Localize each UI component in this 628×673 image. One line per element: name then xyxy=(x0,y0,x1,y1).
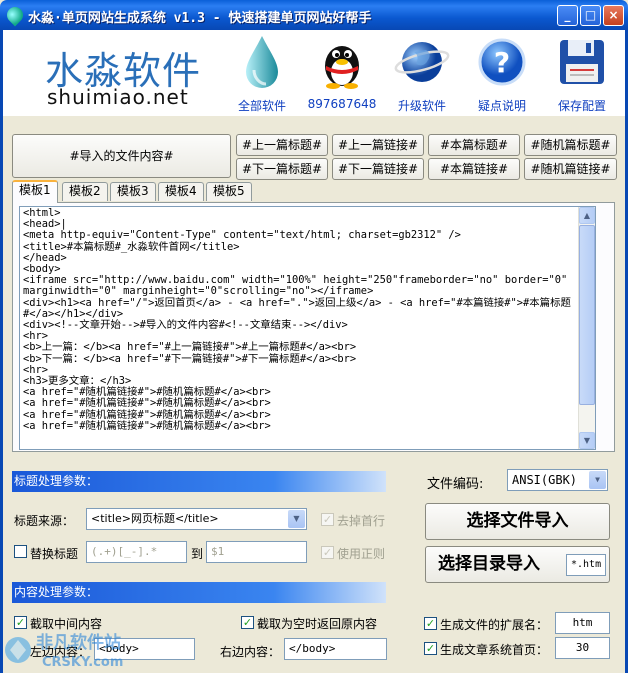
chevron-down-icon[interactable]: ▼ xyxy=(288,510,305,528)
replace-title-label: 替换标题 xyxy=(30,547,79,561)
help-icon: ? xyxy=(478,38,526,86)
qq-label: 897687648 xyxy=(307,97,377,111)
insert-random-link-button[interactable]: #随机篇链接# xyxy=(524,158,617,180)
insert-next-link-button[interactable]: #下一篇链接# xyxy=(332,158,424,180)
watermark-text-en: CRSKY.com xyxy=(42,655,123,670)
encoding-value: ANSI(GBK) xyxy=(512,473,578,487)
gen-extension-input[interactable]: htm xyxy=(555,612,610,634)
insert-import-content-button[interactable]: #导入的文件内容# xyxy=(12,134,231,178)
insert-next-title-button[interactable]: #下一篇标题# xyxy=(236,158,328,180)
minimize-button[interactable]: _ xyxy=(557,5,578,26)
scroll-up-icon[interactable]: ▲ xyxy=(579,207,595,224)
app-icon xyxy=(3,3,27,27)
editor-scrollbar[interactable]: ▲ ▼ xyxy=(578,207,595,449)
directory-extension-input[interactable]: *.htm xyxy=(566,554,606,576)
tab-template-1[interactable]: 模板1 xyxy=(12,180,58,203)
replace-to-label: 到 xyxy=(191,547,204,561)
replace-title-checkbox[interactable] xyxy=(14,545,27,558)
tab-template-5[interactable]: 模板5 xyxy=(206,182,252,201)
globe-icon xyxy=(394,42,450,82)
title-source-select[interactable]: <title>网页标题</title> ▼ xyxy=(86,508,307,530)
water-drop-icon xyxy=(246,36,278,88)
replace-from-input[interactable]: (.+)[_-].* xyxy=(86,541,187,563)
upgrade-button[interactable]: 升级软件 xyxy=(382,30,462,116)
save-config-button[interactable]: 保存配置 xyxy=(542,30,622,116)
use-regex-checkbox[interactable]: ✓ xyxy=(321,546,334,559)
insert-prev-link-button[interactable]: #上一篇链接# xyxy=(332,134,424,156)
tab-panel: <html> <head>| <meta http-equiv="Content… xyxy=(12,202,615,452)
insert-current-title-button[interactable]: #本篇标题# xyxy=(428,134,520,156)
maximize-button[interactable]: □ xyxy=(580,5,601,26)
template-code[interactable]: <html> <head>| <meta http-equiv="Content… xyxy=(20,207,595,433)
insert-current-link-button[interactable]: #本篇链接# xyxy=(428,158,520,180)
close-button[interactable]: × xyxy=(603,5,624,26)
remove-first-line-checkbox[interactable]: ✓ xyxy=(321,513,334,526)
gen-index-input[interactable]: 30 xyxy=(555,637,610,659)
watermark-text-cn: 非凡软件站 xyxy=(36,632,121,653)
remove-first-line-label: 去掉首行 xyxy=(337,514,386,528)
gen-extension-checkbox[interactable]: ✓ xyxy=(424,617,437,630)
title-bar: 水淼·单页网站生成系统 v1.3 - 快速搭建单页网站好帮手 _ □ × xyxy=(0,0,628,30)
watermark-logo: 非凡软件站 CRSKY.com xyxy=(5,632,123,670)
empty-return-original-checkbox[interactable]: ✓ xyxy=(241,616,254,629)
gen-index-checkbox[interactable]: ✓ xyxy=(424,642,437,655)
use-regex-label: 使用正则 xyxy=(337,547,386,561)
help-label: 疑点说明 xyxy=(477,99,526,113)
header-banner: 水淼软件 shuimiao.net 全部软件 897687648 升级软件 ? … xyxy=(3,30,625,116)
chevron-down-icon[interactable]: ▼ xyxy=(589,471,606,489)
import-directory-label: 选择目录导入 xyxy=(438,554,540,574)
save-config-label: 保存配置 xyxy=(557,99,606,113)
brand-logo-en: shuimiao.net xyxy=(47,85,189,109)
title-source-label: 标题来源： xyxy=(14,514,75,528)
replace-to-input[interactable]: $1 xyxy=(206,541,307,563)
all-software-label: 全部软件 xyxy=(237,99,286,113)
insert-random-title-button[interactable]: #随机篇标题# xyxy=(524,134,617,156)
all-software-button[interactable]: 全部软件 xyxy=(222,30,302,116)
encoding-select[interactable]: ANSI(GBK) ▼ xyxy=(507,469,608,491)
tab-template-4[interactable]: 模板4 xyxy=(158,182,204,201)
title-section-header: 标题处理参数： xyxy=(12,471,386,492)
svg-text:?: ? xyxy=(494,46,510,79)
scroll-down-icon[interactable]: ▼ xyxy=(579,432,595,449)
encoding-label: 文件编码: xyxy=(427,477,484,492)
qq-button[interactable]: 897687648 xyxy=(302,30,382,116)
gen-extension-label: 生成文件的扩展名： xyxy=(440,618,549,632)
upgrade-label: 升级软件 xyxy=(397,99,446,113)
empty-return-original-label: 截取为空时返回原内容 xyxy=(257,617,378,631)
template-editor[interactable]: <html> <head>| <meta http-equiv="Content… xyxy=(19,206,596,450)
help-button[interactable]: ? 疑点说明 xyxy=(462,30,542,116)
qq-penguin-icon xyxy=(325,46,359,89)
right-content-input[interactable]: </body> xyxy=(284,638,387,660)
content-section-header: 内容处理参数： xyxy=(12,582,386,603)
insert-prev-title-button[interactable]: #上一篇标题# xyxy=(236,134,328,156)
floppy-disk-icon xyxy=(560,40,604,84)
tab-template-3[interactable]: 模板3 xyxy=(110,182,156,201)
scroll-thumb[interactable] xyxy=(579,225,595,405)
title-source-value: <title>网页标题</title> xyxy=(91,512,219,525)
import-file-button[interactable]: 选择文件导入 xyxy=(425,503,610,540)
tab-template-2[interactable]: 模板2 xyxy=(62,182,108,201)
right-content-label: 右边内容： xyxy=(220,645,281,659)
gen-index-label: 生成文章系统首页： xyxy=(440,643,549,657)
window-title: 水淼·单页网站生成系统 v1.3 - 快速搭建单页网站好帮手 xyxy=(28,11,372,26)
